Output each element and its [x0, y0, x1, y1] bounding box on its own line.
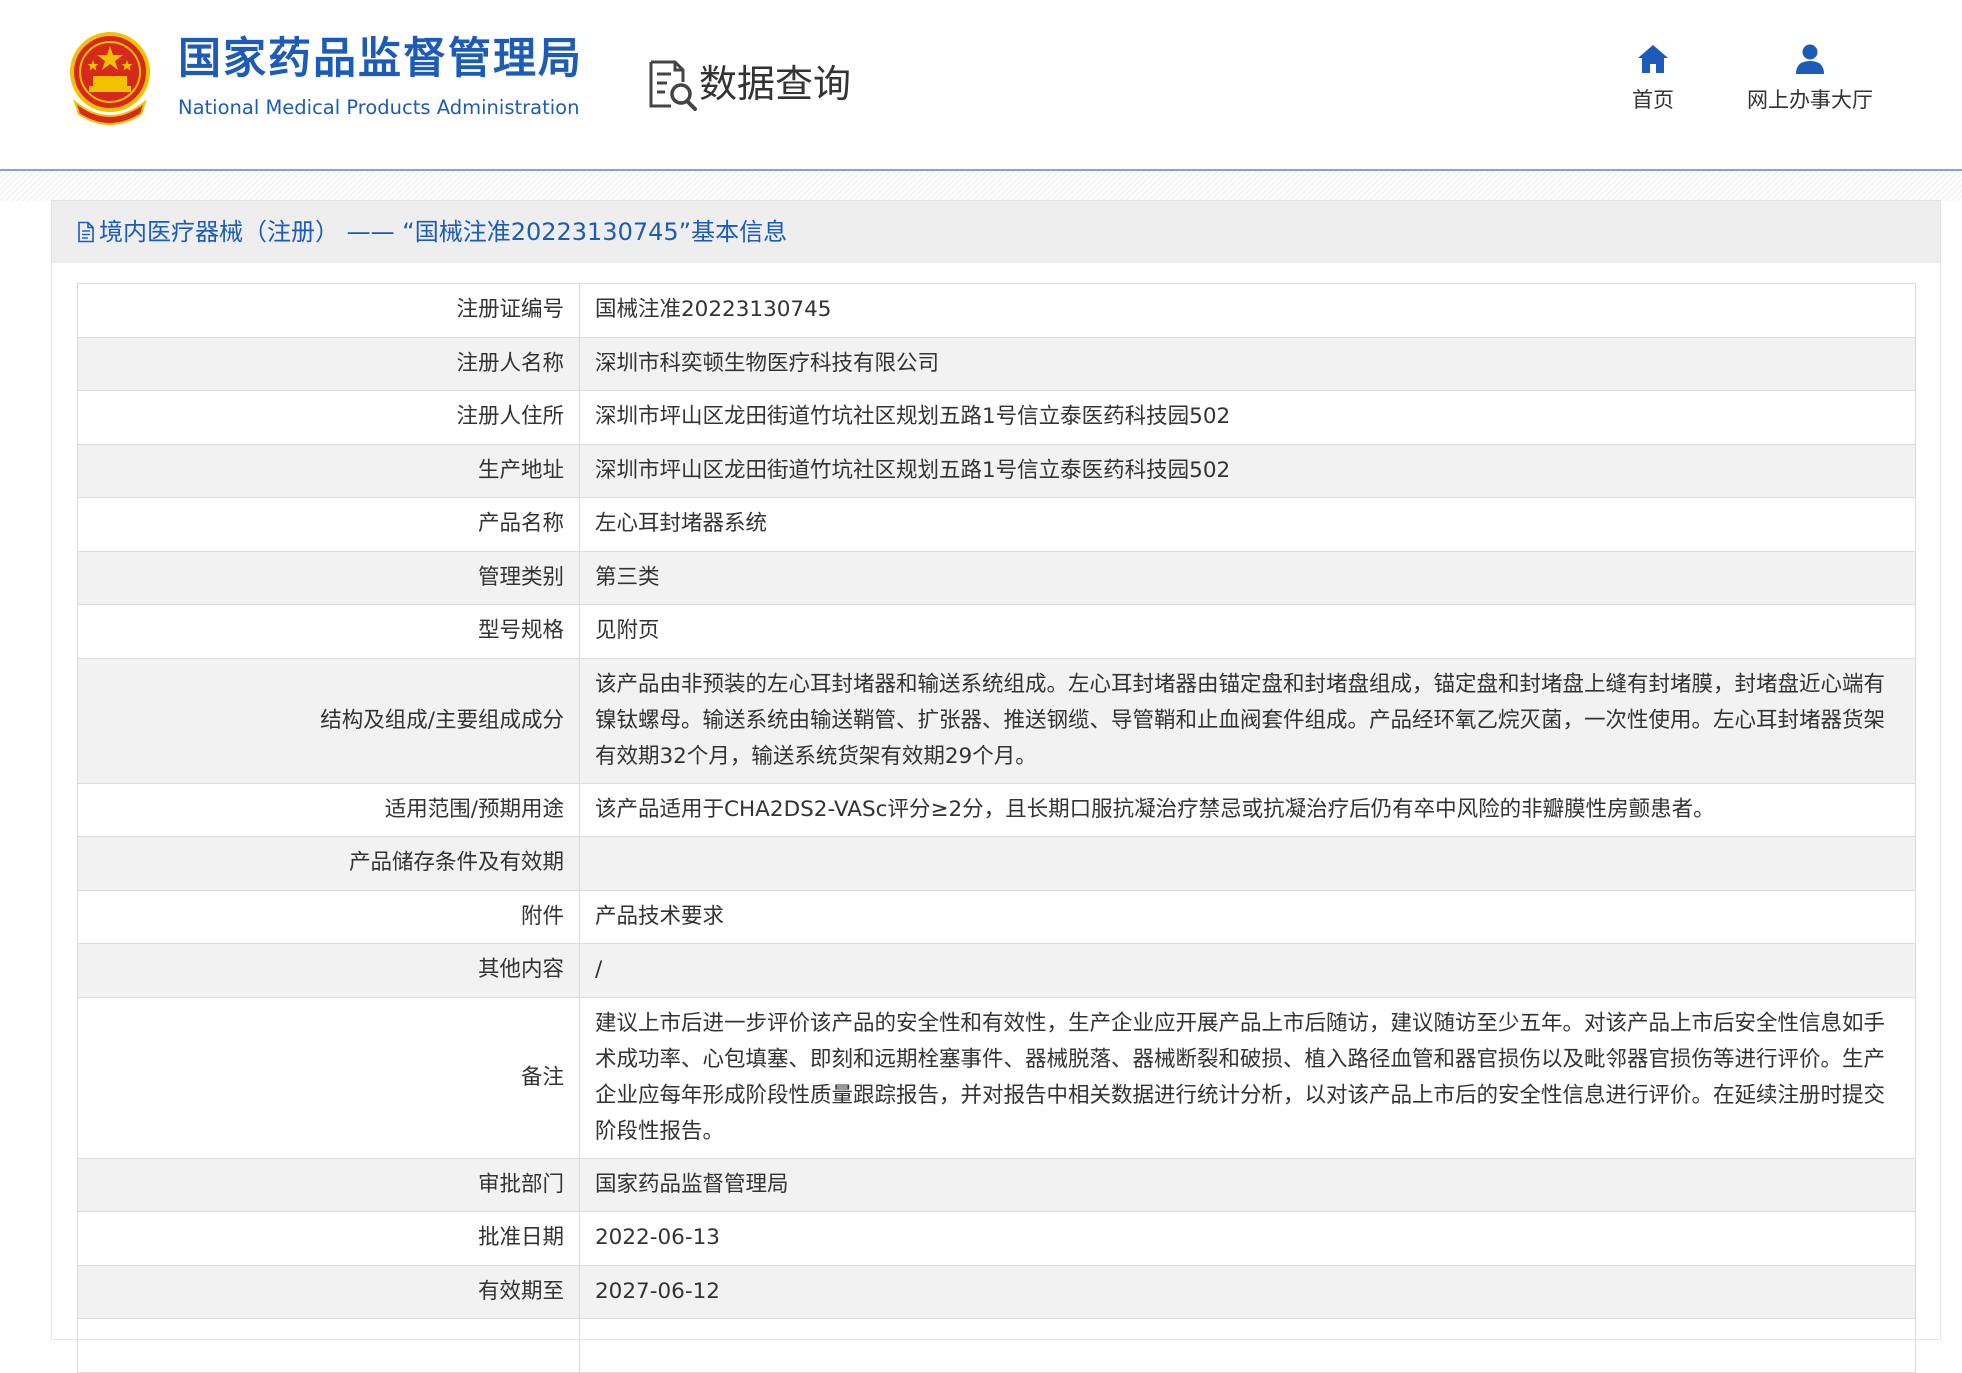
field-label: 结构及组成/主要组成成分 [77, 657, 580, 784]
table-row: 审批部门 国家药品监督管理局 [77, 1157, 1916, 1212]
table-row: 管理类别 第三类 [77, 550, 1916, 605]
table-row: 适用范围/预期用途 该产品适用于CHA2DS2-VASc评分≥2分，且长期口服抗… [77, 782, 1916, 837]
field-label: 产品储存条件及有效期 [77, 836, 580, 891]
field-value: 该产品适用于CHA2DS2-VASc评分≥2分，且长期口服抗凝治疗禁忌或抗凝治疗… [579, 782, 1916, 837]
nav-home-label: 首页 [1632, 88, 1674, 112]
field-label: 附件 [77, 889, 580, 944]
table-row: 注册人名称 深圳市科奕顿生物医疗科技有限公司 [77, 336, 1916, 391]
brand-title-cn[interactable]: 国家药品监督管理局 [178, 38, 583, 81]
field-value: 2027-06-12 [579, 1264, 1916, 1319]
field-label: 适用范围/预期用途 [77, 782, 580, 837]
table-row: 有效期至 2027-06-12 [77, 1264, 1916, 1319]
table-row: 其他内容 / [77, 943, 1916, 998]
document-icon [78, 221, 94, 243]
decorative-band [0, 171, 1962, 201]
nav-online-hall[interactable]: 网上办事大厅 [1740, 42, 1880, 111]
field-value: 建议上市后进一步评价该产品的安全性和有效性，生产企业应开展产品上市后随访，建议随… [579, 996, 1916, 1159]
field-label: 注册人住所 [77, 390, 580, 445]
detail-panel: 境内医疗器械（注册） —— “国械注准20223130745”基本信息 注册证编… [51, 200, 1941, 1373]
field-value: 见附页 [579, 604, 1916, 659]
national-emblem-icon[interactable] [65, 30, 155, 125]
nav-online-hall-label: 网上办事大厅 [1747, 88, 1873, 112]
field-value: / [579, 943, 1916, 998]
table-row: 注册证编号 国械注准20223130745 [77, 283, 1916, 338]
field-label: 有效期至 [77, 1264, 580, 1319]
field-label: 批准日期 [77, 1211, 580, 1266]
table-row: 结构及组成/主要组成成分 该产品由非预装的左心耳封堵器和输送系统组成。左心耳封堵… [77, 657, 1916, 784]
table-row: 备注 建议上市后进一步评价该产品的安全性和有效性，生产企业应开展产品上市后随访，… [77, 996, 1916, 1159]
field-label: 审批部门 [77, 1157, 580, 1212]
data-search-icon [649, 60, 697, 111]
device-info-table: 注册证编号 国械注准20223130745 注册人名称 深圳市科奕顿生物医疗科技… [77, 283, 1916, 1373]
data-query-title[interactable]: 数据查询 [645, 56, 851, 112]
panel-title: 境内医疗器械（注册） —— “国械注准20223130745”基本信息 [99, 218, 788, 246]
data-query-label: 数据查询 [699, 62, 852, 106]
table-row: 附件 产品技术要求 [77, 889, 1916, 944]
field-label: 产品名称 [77, 497, 580, 552]
home-icon [1638, 45, 1668, 73]
field-label [77, 1318, 580, 1373]
site-header: 国家药品监督管理局 National Medical Products Admi… [0, 0, 1962, 170]
table-row: 型号规格 见附页 [77, 604, 1916, 659]
field-value [579, 836, 1916, 891]
field-value: 国械注准20223130745 [579, 283, 1916, 338]
field-value: 深圳市科奕顿生物医疗科技有限公司 [579, 336, 1916, 391]
field-value: 该产品由非预装的左心耳封堵器和输送系统组成。左心耳封堵器由锚定盘和封堵盘组成，锚… [579, 657, 1916, 784]
field-label: 注册证编号 [77, 283, 580, 338]
table-row: 产品名称 左心耳封堵器系统 [77, 497, 1916, 552]
field-label: 备注 [77, 996, 580, 1159]
table-row: 产品储存条件及有效期 [77, 836, 1916, 891]
field-value: 国家药品监督管理局 [579, 1157, 1916, 1212]
user-icon [1796, 44, 1824, 74]
field-value: 2022-06-13 [579, 1211, 1916, 1266]
field-value: 深圳市坪山区龙田街道竹坑社区规划五路1号信立泰医药科技园502 [579, 390, 1916, 445]
table-row: 批准日期 2022-06-13 [77, 1211, 1916, 1266]
field-label: 型号规格 [77, 604, 580, 659]
nav-home[interactable]: 首页 [1620, 42, 1686, 111]
field-value: 左心耳封堵器系统 [579, 497, 1916, 552]
field-label: 其他内容 [77, 943, 580, 998]
table-row [77, 1318, 1916, 1373]
table-row: 注册人住所 深圳市坪山区龙田街道竹坑社区规划五路1号信立泰医药科技园502 [77, 390, 1916, 445]
panel-title-bar: 境内医疗器械（注册） —— “国械注准20223130745”基本信息 [52, 201, 1940, 263]
field-label: 注册人名称 [77, 336, 580, 391]
table-row: 生产地址 深圳市坪山区龙田街道竹坑社区规划五路1号信立泰医药科技园502 [77, 443, 1916, 498]
field-label: 管理类别 [77, 550, 580, 605]
field-value: 产品技术要求 [579, 889, 1916, 944]
field-value: 第三类 [579, 550, 1916, 605]
field-value [579, 1318, 1916, 1373]
field-value: 深圳市坪山区龙田街道竹坑社区规划五路1号信立泰医药科技园502 [579, 443, 1916, 498]
field-label: 生产地址 [77, 443, 580, 498]
brand-title-en[interactable]: National Medical Products Administration [178, 98, 579, 118]
